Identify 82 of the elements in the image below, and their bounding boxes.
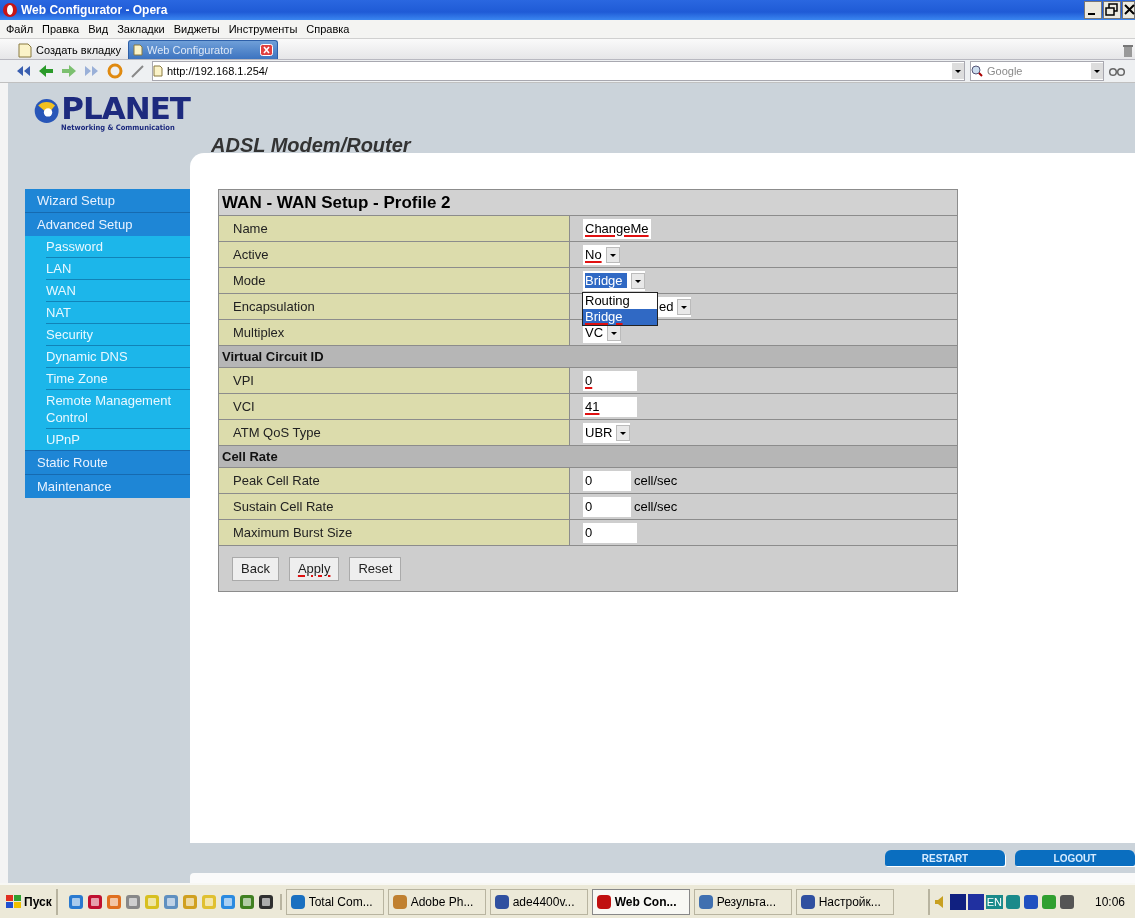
tray-app-icon[interactable]: [949, 893, 966, 910]
taskbar-button[interactable]: Настройк...: [795, 888, 894, 915]
section-header: Cell Rate: [218, 445, 958, 468]
section-header: Virtual Circuit ID: [218, 345, 958, 368]
field-label: Maximum Burst Size: [218, 519, 570, 546]
dropdown-option[interactable]: Bridge: [583, 309, 657, 325]
tray-app-icon[interactable]: [967, 893, 984, 910]
trash-icon[interactable]: [1121, 43, 1135, 59]
brand-logo: PLANET: [61, 93, 190, 123]
field-label: Encapsulation: [218, 293, 570, 320]
app-icon: [799, 893, 816, 910]
app-icon: [493, 893, 510, 910]
menu-item[interactable]: Правка: [42, 23, 80, 35]
menu-item[interactable]: Закладки: [117, 23, 165, 35]
close-tab-icon[interactable]: [260, 44, 274, 56]
back-icon[interactable]: [37, 62, 55, 80]
menu-item[interactable]: Файл: [6, 23, 34, 35]
page-icon: [153, 65, 163, 77]
menu-item[interactable]: Справка: [306, 23, 350, 35]
search-field[interactable]: Google: [970, 61, 1104, 81]
input-field[interactable]: 0: [583, 470, 631, 491]
form-button[interactable]: Back: [232, 556, 279, 581]
dropdown[interactable]: No: [583, 244, 620, 265]
taskbar-button[interactable]: ade4400v...: [489, 888, 588, 915]
tab[interactable]: Создать вкладку: [14, 41, 126, 59]
dropdown[interactable]: UBR: [583, 422, 631, 443]
field-label: Name: [218, 215, 570, 242]
field-label: Active: [218, 241, 570, 268]
field-label: VCI: [218, 393, 570, 420]
menu-item[interactable]: Инструменты: [228, 23, 298, 35]
sidebar-item[interactable]: Static Route: [25, 450, 190, 474]
reload-icon[interactable]: [106, 62, 124, 80]
tray-app-icon[interactable]: [1022, 893, 1039, 910]
footer-button[interactable]: LOGOUT: [1015, 850, 1135, 866]
opera-logo-icon: [2, 2, 18, 18]
language-indicator[interactable]: EN: [985, 894, 1003, 909]
app-launcher-icon[interactable]: [86, 893, 103, 910]
dropdown[interactable]: Bridge: [583, 270, 645, 291]
app-icon: [697, 893, 714, 910]
unit-label: cell/sec: [634, 473, 678, 488]
input-field[interactable]: 0: [583, 370, 637, 391]
dropdown-option[interactable]: Routing: [583, 293, 657, 309]
input-field[interactable]: 41: [583, 396, 637, 417]
app-icon: [289, 893, 306, 910]
new-tab-icon: [18, 42, 32, 58]
address-field[interactable]: http://192.168.1.254/: [152, 61, 965, 81]
menu-item[interactable]: Вид: [88, 23, 109, 35]
field-label: Peak Cell Rate: [218, 467, 570, 494]
search-icon: [971, 65, 983, 77]
footer-button[interactable]: RESTART: [885, 850, 1005, 866]
app-launcher-icon[interactable]: [257, 893, 274, 910]
restore-icon[interactable]: [1103, 1, 1121, 19]
form-button[interactable]: Reset: [349, 556, 402, 581]
app-icon: [391, 893, 408, 910]
form-title: WAN - WAN Setup - Profile 2: [218, 189, 958, 216]
input-field[interactable]: ChangeMe: [583, 218, 651, 239]
app-icon: [595, 893, 612, 910]
field-label: Sustain Cell Rate: [218, 493, 570, 520]
close-icon[interactable]: [1122, 1, 1135, 19]
pencil-icon[interactable]: [129, 62, 147, 80]
sidebar-item[interactable]: Wizard Setup: [25, 189, 190, 212]
field-label: VPI: [218, 367, 570, 394]
input-field[interactable]: 0: [583, 496, 631, 517]
tray-app-icon[interactable]: [1058, 893, 1075, 910]
product-title: ADSL Modem/Router: [211, 133, 413, 153]
menu-item[interactable]: Виджеты: [173, 23, 220, 35]
form-button[interactable]: Apply: [288, 556, 340, 581]
field-label: Mode: [218, 267, 570, 294]
taskbar-button[interactable]: Adobe Ph...: [387, 888, 486, 915]
unit-label: cell/sec: [634, 499, 678, 514]
taskbar-button[interactable]: Результа...: [693, 888, 792, 915]
minimize-icon[interactable]: [1084, 1, 1102, 19]
window-title: Web Configurator - Opera: [21, 3, 169, 17]
taskbar-button[interactable]: Total Com...: [285, 888, 384, 915]
input-field[interactable]: 0: [583, 522, 637, 543]
field-label: ATM QoS Type: [218, 419, 570, 446]
field-label: Multiplex: [218, 319, 570, 346]
clock: 10:06: [1094, 894, 1125, 909]
page-icon: [133, 44, 144, 56]
sidebar-item[interactable]: Advanced Setup: [25, 212, 190, 236]
taskbar-button[interactable]: Web Con...: [591, 888, 690, 915]
windows-logo-icon: [6, 894, 22, 909]
